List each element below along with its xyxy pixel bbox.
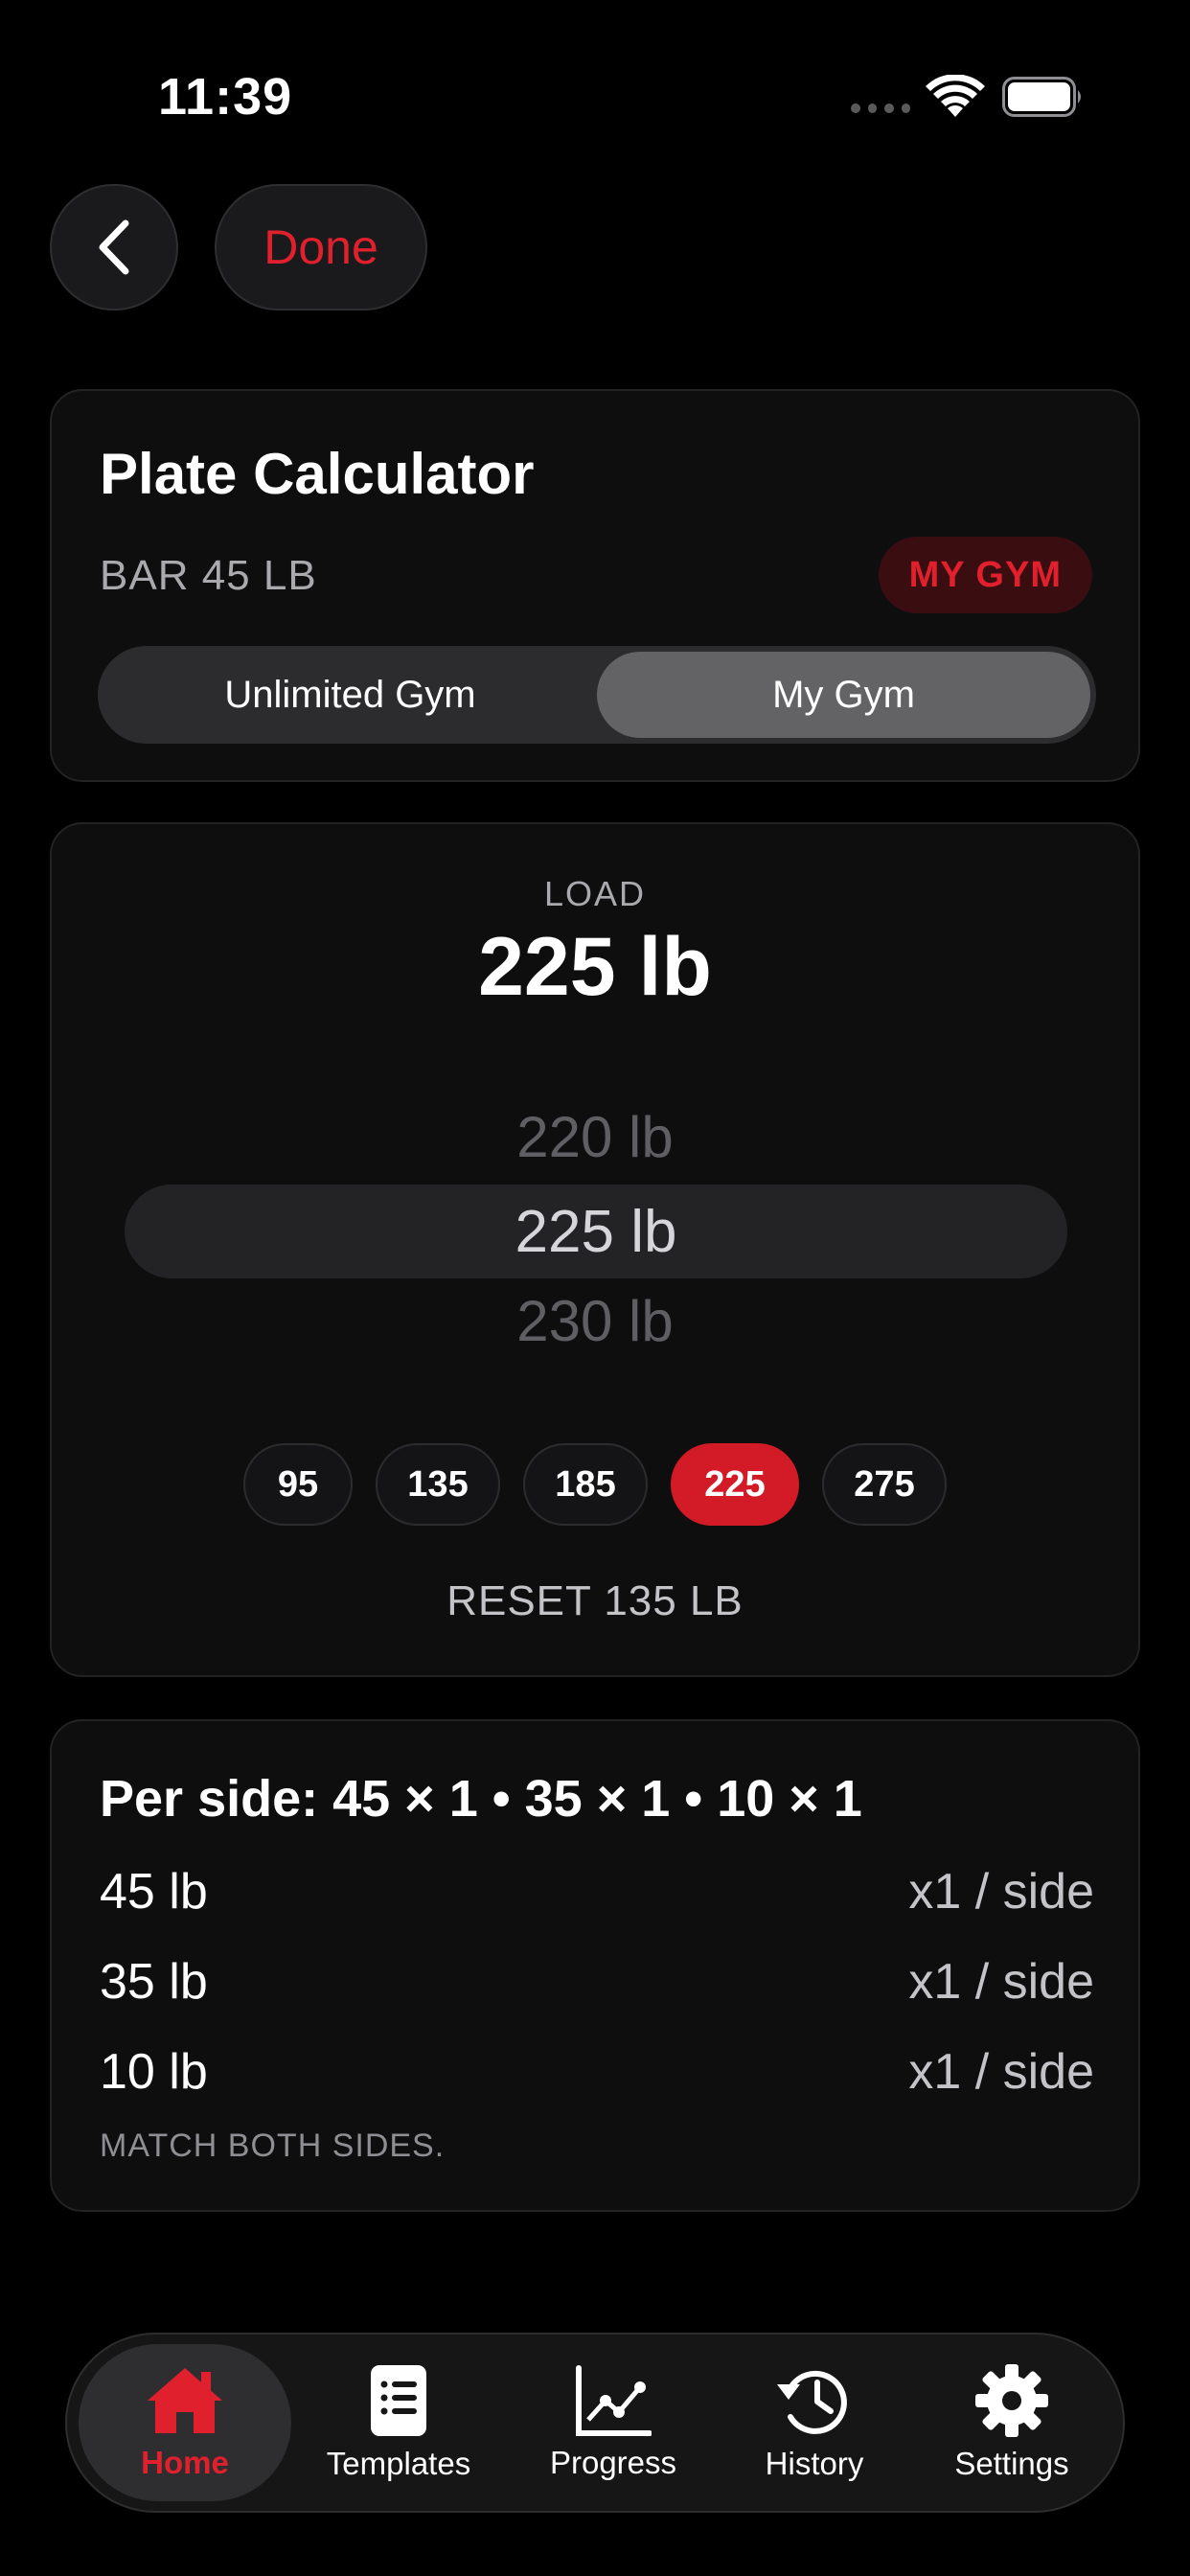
- tab-label: Settings: [954, 2446, 1069, 2481]
- chevron-left-icon: [99, 219, 129, 275]
- tab-progress[interactable]: Progress: [527, 2344, 699, 2501]
- preset-chip-95[interactable]: 95: [243, 1443, 353, 1526]
- gym-badge: MY GYM: [878, 537, 1092, 613]
- plate-calculator-card: Plate Calculator BAR 45 LB MY GYM Unlimi…: [50, 389, 1140, 782]
- cellular-signal-icon: [851, 104, 910, 117]
- plate-row: 45 lb x1 / side: [100, 1863, 1094, 1920]
- preset-chips: 95 135 185 225 275: [52, 1443, 1138, 1526]
- per-side-summary: Per side: 45 × 1 • 35 × 1 • 10 × 1: [100, 1770, 862, 1828]
- picker-option-above[interactable]: 220 lb: [52, 1104, 1138, 1170]
- tab-label: Templates: [326, 2446, 471, 2481]
- tab-home[interactable]: Home: [79, 2344, 291, 2501]
- history-icon: [777, 2370, 847, 2434]
- gear-icon: [975, 2364, 1048, 2437]
- plate-quantity: x1 / side: [908, 1864, 1094, 1920]
- plate-quantity: x1 / side: [908, 1954, 1094, 2010]
- preset-chip-185[interactable]: 185: [523, 1443, 648, 1526]
- gym-segmented-control: Unlimited Gym My Gym: [98, 646, 1096, 744]
- picker-option-below[interactable]: 230 lb: [52, 1288, 1138, 1354]
- home-icon: [148, 2368, 222, 2433]
- load-label: LOAD: [543, 874, 647, 913]
- tab-label: Home: [141, 2445, 229, 2480]
- bar-weight-label: BAR 45 LB: [100, 552, 317, 599]
- plate-weight: 10 lb: [100, 2044, 208, 2100]
- tab-settings[interactable]: Settings: [926, 2344, 1098, 2501]
- plate-quantity: x1 / side: [908, 2044, 1094, 2100]
- preset-chip-225[interactable]: 225: [671, 1443, 799, 1526]
- done-button[interactable]: Done: [215, 184, 427, 310]
- tab-bar: Home Templates Progress History Settings: [65, 2333, 1125, 2513]
- load-card: LOAD 225 lb 220 lb 225 lb 230 lb 95 135 …: [50, 822, 1140, 1677]
- list-icon: [371, 2365, 426, 2436]
- tab-history[interactable]: History: [728, 2344, 901, 2501]
- plate-weight: 35 lb: [100, 1954, 208, 2010]
- picker-ghost-bottom: [52, 1370, 1138, 1384]
- plates-card: Per side: 45 × 1 • 35 × 1 • 10 × 1 45 lb…: [50, 1719, 1140, 2212]
- picker-option-selected[interactable]: 225 lb: [125, 1184, 1067, 1278]
- plate-row: 35 lb x1 / side: [100, 1953, 1094, 2011]
- load-value: 225 lb: [478, 921, 712, 1013]
- tab-label: History: [765, 2446, 864, 2481]
- segment-unlimited-gym[interactable]: Unlimited Gym: [103, 652, 597, 738]
- wifi-icon: [926, 75, 985, 117]
- tab-label: Progress: [549, 2445, 677, 2480]
- preset-chip-275[interactable]: 275: [822, 1443, 947, 1526]
- status-time: 11:39: [158, 68, 293, 126]
- page-title: Plate Calculator: [100, 442, 535, 506]
- picker-ghost-top: [52, 1066, 1138, 1085]
- reset-button[interactable]: RESET 135 LB: [52, 1577, 1138, 1625]
- preset-chip-135[interactable]: 135: [376, 1443, 500, 1526]
- plate-weight: 45 lb: [100, 1864, 208, 1920]
- back-button[interactable]: [50, 184, 178, 310]
- chart-icon: [576, 2365, 652, 2436]
- tab-templates[interactable]: Templates: [312, 2344, 485, 2501]
- battery-icon: [1002, 77, 1081, 117]
- plates-footnote: MATCH BOTH SIDES.: [100, 2128, 446, 2164]
- plate-row: 10 lb x1 / side: [100, 2043, 1094, 2101]
- segment-my-gym[interactable]: My Gym: [597, 652, 1090, 738]
